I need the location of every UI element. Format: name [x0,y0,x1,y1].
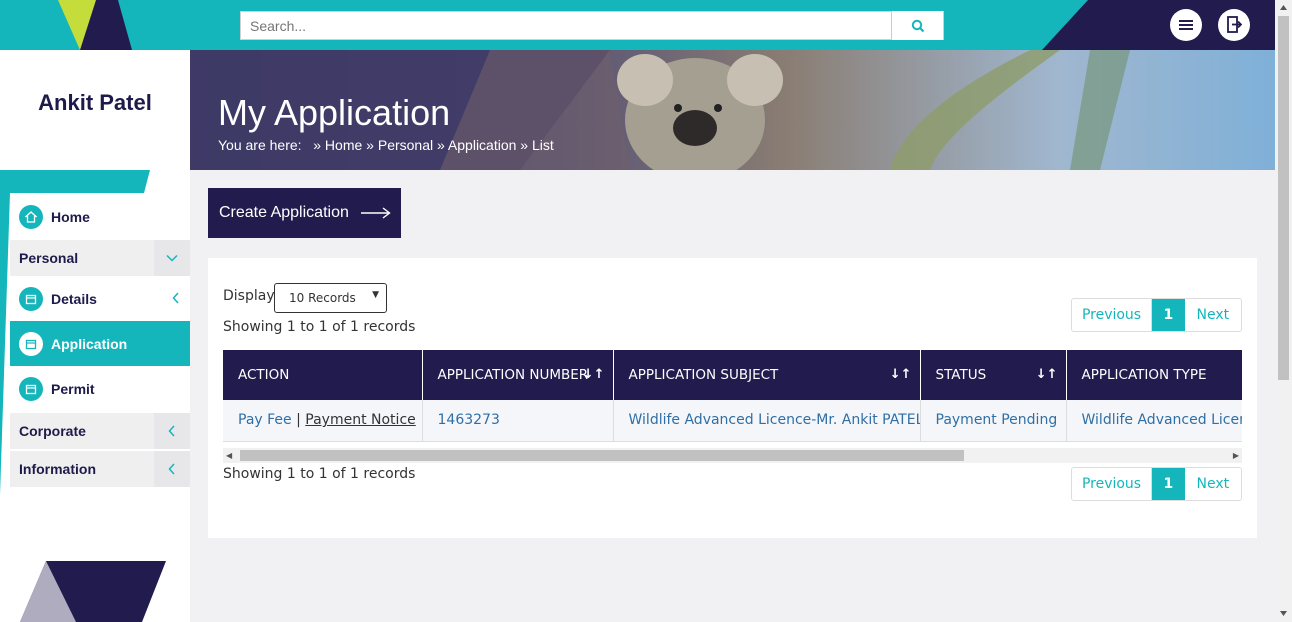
column-header-application-type: APPLICATION TYPE [1066,350,1242,400]
logout-button[interactable] [1218,9,1250,41]
table-horizontal-scrollbar[interactable]: ◀ ▶ [223,448,1242,463]
sidebar-item-details[interactable]: Details [10,276,190,321]
page-1-button[interactable]: 1 [1152,468,1185,500]
pay-fee-link[interactable]: Pay Fee [238,412,292,428]
pagination-top: Previous 1 Next [1071,298,1242,332]
search-box [240,11,944,40]
table-header-row: ACTION APPLICATION NUMBER ↓↑ APPLICATION … [223,350,1242,400]
table-row: Pay Fee | Payment Notice 1463273 Wildlif… [223,400,1242,442]
previous-page-button[interactable]: Previous [1072,299,1153,331]
sidebar-item-application[interactable]: Application [10,321,190,366]
cell-application-type: Wildlife Advanced Licence [1066,400,1242,442]
hamburger-icon [1179,20,1193,30]
search-input[interactable] [241,12,893,39]
chevron-left-icon [154,413,190,449]
sidebar-item-home[interactable]: Home [10,196,190,238]
scroll-left-icon[interactable]: ◀ [226,451,232,460]
sidebar-item-label: Application [51,335,128,352]
applications-panel: Display 10 Records ▼ Showing 1 to 1 of 1… [208,258,1257,538]
page-scrollbar-thumb[interactable] [1278,16,1289,380]
menu-button[interactable] [1170,9,1202,41]
dropdown-arrow-icon: ▼ [372,290,379,300]
column-header-status[interactable]: STATUS ↓↑ [920,350,1067,400]
arrow-right-icon [360,207,391,219]
page-scrollbar[interactable] [1275,0,1292,622]
sort-icon[interactable]: ↓↑ [1036,367,1058,382]
application-subject-link[interactable]: Wildlife Advanced Licence-Mr. Ankit PATE… [629,412,920,428]
logout-icon [1227,16,1242,33]
search-icon [911,19,924,32]
cell-application-subject: Wildlife Advanced Licence-Mr. Ankit PATE… [613,400,921,442]
previous-page-button[interactable]: Previous [1072,468,1153,500]
chevron-left-icon [172,291,180,307]
payment-notice-link[interactable]: Payment Notice [305,412,415,428]
sidebar-item-information[interactable]: Information [10,451,190,487]
column-header-action: ACTION [223,350,423,400]
sidebar-item-label: Permit [51,380,95,397]
breadcrumb-prefix: You are here: [218,137,302,153]
home-icon [19,205,43,229]
application-icon [19,331,43,356]
top-bar [0,0,1275,50]
sidebar-item-corporate[interactable]: Corporate [10,413,190,449]
user-name: Ankit Patel [38,90,152,115]
column-header-application-subject[interactable]: APPLICATION SUBJECT ↓↑ [613,350,921,400]
applications-table: ACTION APPLICATION NUMBER ↓↑ APPLICATION … [223,350,1242,442]
sidebar-item-label: Corporate [19,423,86,439]
table-scrollbar-thumb[interactable] [240,450,964,461]
sidebar-item-label: Personal [19,250,79,266]
breadcrumb-application[interactable]: Application [448,137,517,153]
cell-status: Payment Pending [920,400,1067,442]
next-page-button[interactable]: Next [1185,299,1241,331]
sidebar-item-label: Details [51,290,97,307]
sidebar: Ankit Patel Home Personal Details Applic… [0,50,190,622]
application-number-link[interactable]: 1463273 [438,412,500,428]
next-page-button[interactable]: Next [1185,468,1241,500]
page-1-button[interactable]: 1 [1152,299,1185,331]
create-application-label: Create Application [219,204,349,221]
records-summary-bottom: Showing 1 to 1 of 1 records [223,466,416,482]
chevron-left-icon [154,451,190,487]
permit-icon [19,376,43,401]
details-icon [19,286,43,311]
column-header-application-number[interactable]: APPLICATION NUMBER ↓↑ [422,350,614,400]
page-banner: My Application You are here: » Home » Pe… [190,50,1275,170]
chevron-down-icon [154,240,190,276]
breadcrumb-current: List [532,137,554,153]
scroll-right-icon[interactable]: ▶ [1233,451,1239,460]
sort-icon[interactable]: ↓↑ [890,367,912,382]
records-summary-top: Showing 1 to 1 of 1 records [223,319,416,335]
sidebar-menu: Home Personal Details Application Permit… [10,196,190,487]
sidebar-item-label: Home [51,209,90,225]
cell-action: Pay Fee | Payment Notice [223,400,423,442]
applications-table-container: ACTION APPLICATION NUMBER ↓↑ APPLICATION … [223,350,1242,442]
page-title: My Application [218,92,451,133]
sidebar-item-permit[interactable]: Permit [10,366,190,411]
sort-icon[interactable]: ↓↑ [583,367,605,382]
breadcrumb-home[interactable]: Home [325,137,362,153]
cell-application-number: 1463273 [422,400,614,442]
display-label: Display [223,288,275,304]
pagination-bottom: Previous 1 Next [1071,467,1242,501]
search-button[interactable] [891,11,943,40]
sidebar-item-label: Information [19,461,96,477]
breadcrumb: You are here: » Home » Personal » Applic… [218,137,554,153]
action-separator: | [296,412,301,429]
create-application-button[interactable]: Create Application [208,188,401,238]
breadcrumb-personal[interactable]: Personal [378,137,433,153]
records-per-page-value: 10 Records [289,291,356,305]
records-per-page-select[interactable]: 10 Records ▼ [274,283,387,313]
sidebar-item-personal[interactable]: Personal [10,240,190,276]
